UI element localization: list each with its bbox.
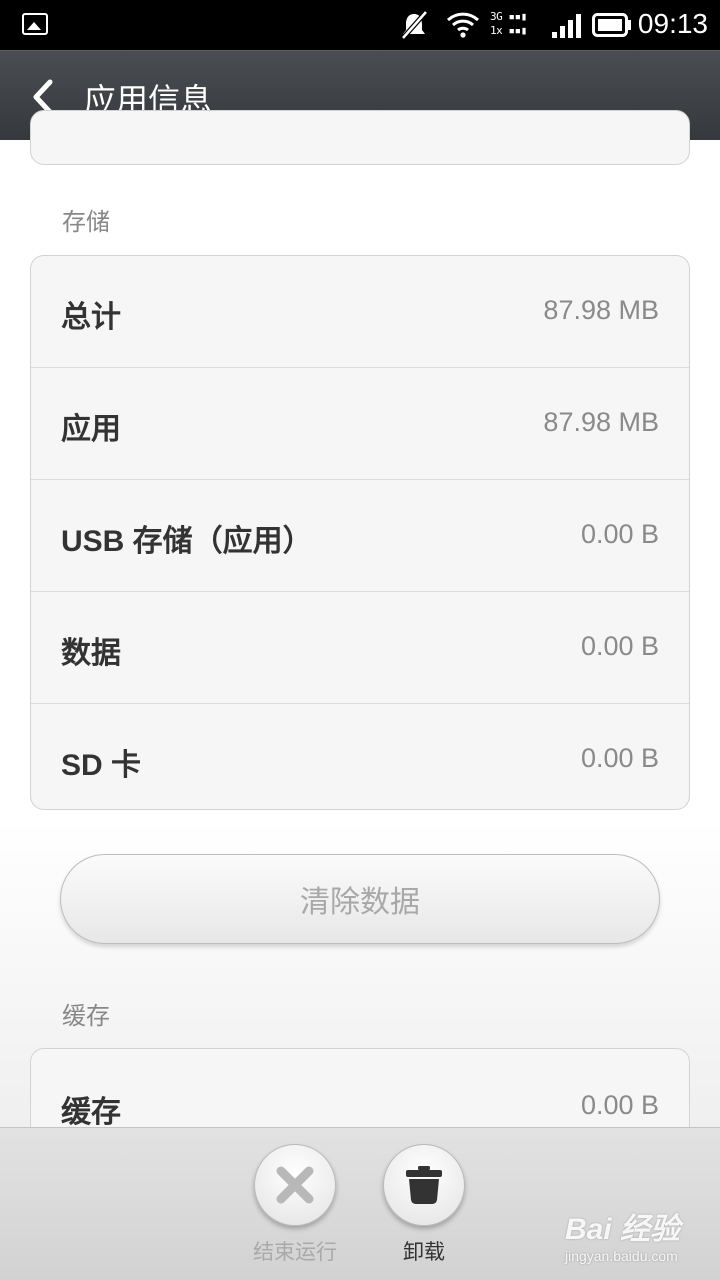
signal-icon bbox=[552, 14, 581, 38]
battery-icon bbox=[592, 13, 631, 37]
storage-row-app: 应用 87.98 MB bbox=[31, 368, 689, 480]
bottom-action-bar: 结束运行 卸载 Bai 经验 jingyan.baidu.com bbox=[0, 1127, 720, 1280]
picture-icon bbox=[22, 13, 48, 35]
clock: 09:13 bbox=[637, 8, 708, 39]
wifi-icon bbox=[446, 12, 480, 38]
close-icon bbox=[276, 1166, 314, 1204]
storage-section-label: 存储 bbox=[62, 208, 110, 236]
row-label: 缓存 bbox=[61, 1096, 121, 1129]
watermark-url: jingyan.baidu.com bbox=[564, 1248, 678, 1264]
row-value: 87.98 MB bbox=[543, 407, 659, 437]
force-stop-action[interactable]: 结束运行 bbox=[250, 1144, 340, 1266]
row-value: 0.00 B bbox=[580, 743, 659, 773]
force-stop-label: 结束运行 bbox=[253, 1240, 337, 1264]
row-value: 0.00 B bbox=[580, 1090, 659, 1120]
row-value: 0.00 B bbox=[580, 519, 659, 549]
row-label: 应用 bbox=[61, 413, 121, 446]
row-label: 数据 bbox=[61, 637, 121, 670]
clear-data-button[interactable]: 清除数据 bbox=[60, 854, 660, 944]
row-label: USB 存储（应用） bbox=[61, 525, 313, 558]
network-indicator: 3G ▪▪▮ 1x ▪▪▮ bbox=[490, 10, 527, 37]
storage-row-data: 数据 0.00 B bbox=[31, 592, 689, 704]
previous-card bbox=[30, 110, 690, 165]
uninstall-action[interactable]: 卸载 bbox=[379, 1144, 469, 1266]
storage-card: 总计 87.98 MB 应用 87.98 MB USB 存储（应用） 0.00 … bbox=[30, 255, 690, 810]
watermark: Bai 经验 jingyan.baidu.com bbox=[565, 1204, 680, 1264]
row-value: 87.98 MB bbox=[543, 295, 659, 325]
notifications-off-icon bbox=[401, 10, 428, 40]
row-label: 总计 bbox=[61, 301, 121, 334]
trash-icon bbox=[406, 1166, 442, 1204]
storage-row-total: 总计 87.98 MB bbox=[31, 256, 689, 368]
force-stop-button[interactable] bbox=[254, 1144, 336, 1226]
uninstall-label: 卸载 bbox=[403, 1240, 445, 1264]
storage-row-usb: USB 存储（应用） 0.00 B bbox=[31, 480, 689, 592]
row-value: 0.00 B bbox=[580, 631, 659, 661]
status-bar: 3G ▪▪▮ 1x ▪▪▮ 09:13 bbox=[0, 0, 720, 50]
cache-section-label: 缓存 bbox=[62, 1002, 110, 1030]
uninstall-button[interactable] bbox=[383, 1144, 465, 1226]
storage-row-sd: SD 卡 0.00 B bbox=[31, 704, 689, 809]
watermark-brand: Bai 经验 bbox=[564, 1213, 680, 1246]
row-label: SD 卡 bbox=[61, 749, 142, 782]
